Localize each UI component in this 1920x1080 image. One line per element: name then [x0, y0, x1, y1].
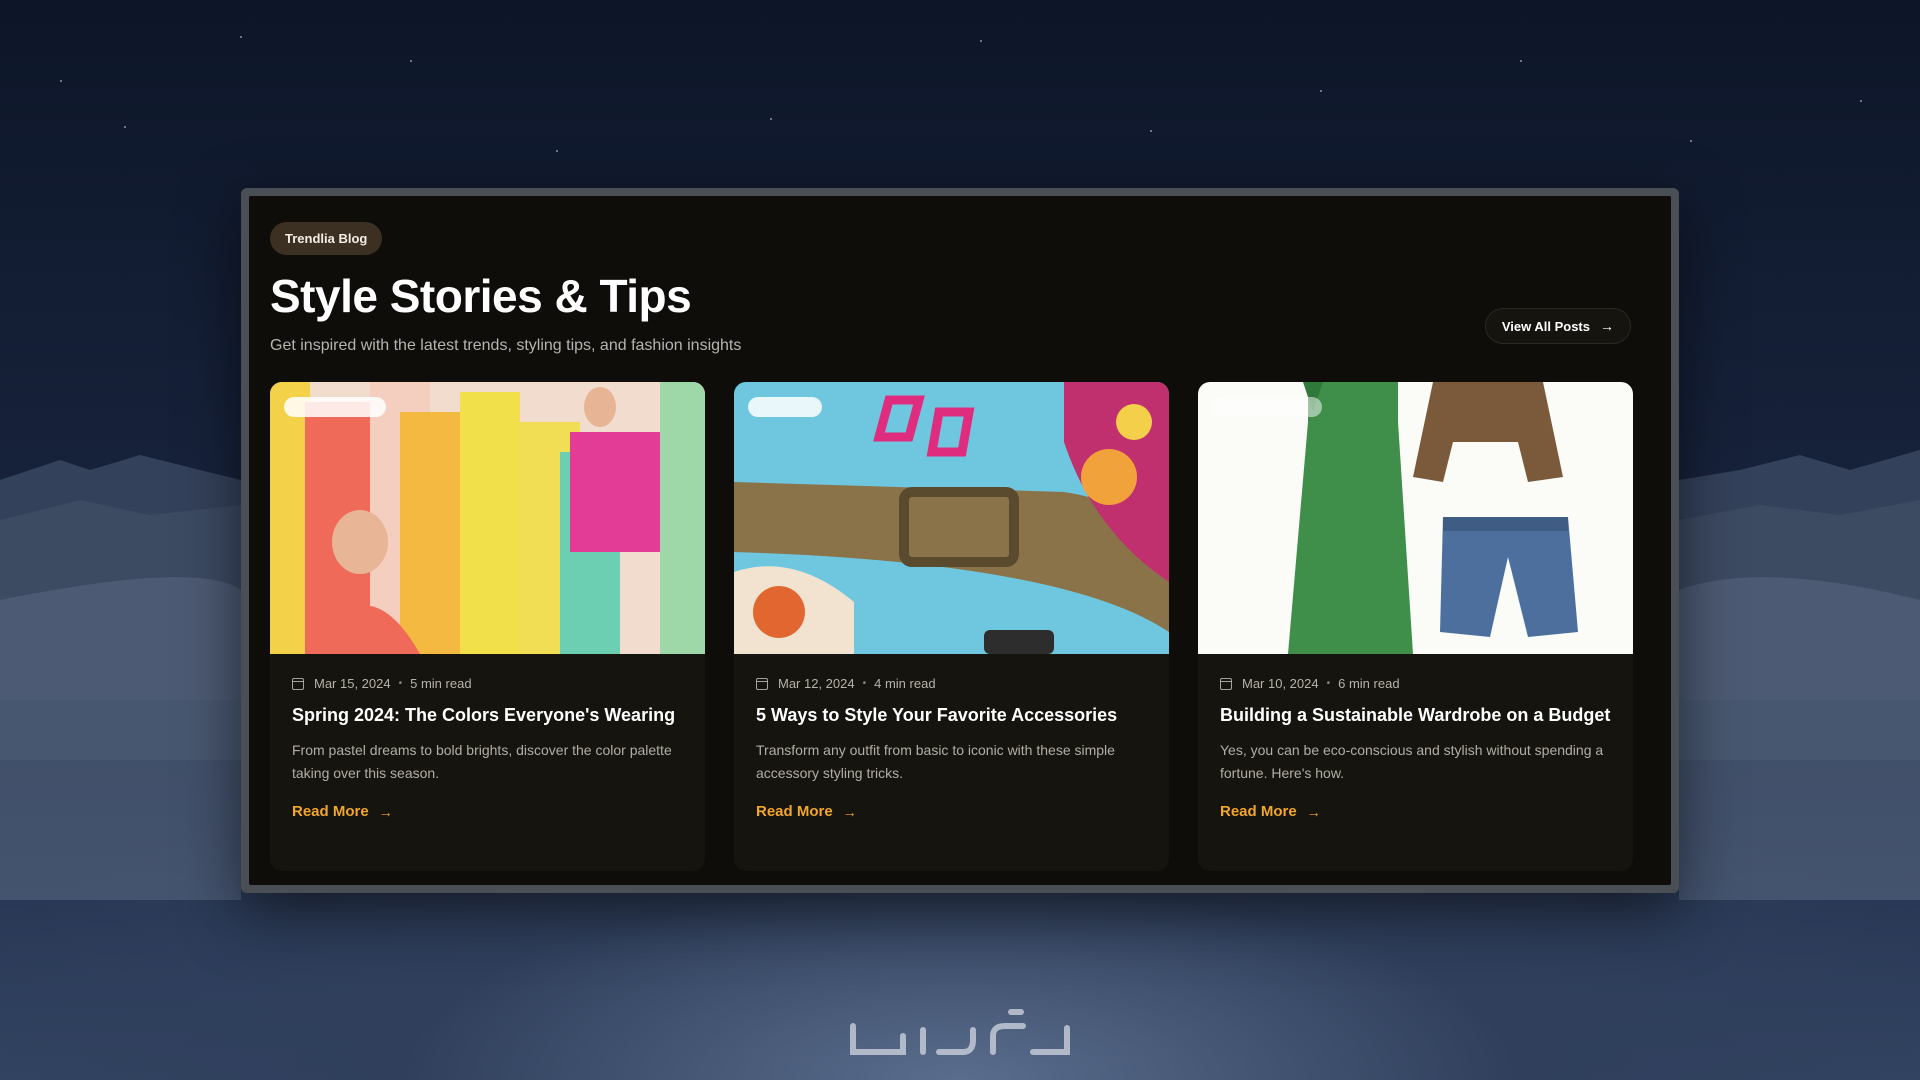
calendar-icon [756, 677, 768, 690]
read-time: 4 min read [874, 676, 936, 691]
post-meta: Mar 15, 2024 • 5 min read [292, 676, 683, 691]
arrow-right-icon: → [1306, 803, 1321, 820]
arrow-right-icon: → [378, 803, 393, 820]
post-image-sustainable-wardrobe[interactable] [1198, 382, 1633, 654]
arrow-right-icon: → [1600, 318, 1614, 334]
post-excerpt: Transform any outfit from basic to iconi… [756, 742, 1115, 781]
post-image-spring-colors[interactable] [270, 382, 705, 654]
separator-dot: • [862, 678, 867, 689]
post-date: Mar 12, 2024 [778, 676, 855, 691]
view-all-posts-button[interactable]: View All Posts → [1484, 308, 1631, 344]
browser-window: Trendlia Blog Style Stories & Tips Get i… [241, 188, 1679, 893]
read-more-link[interactable]: Read More → [1220, 803, 1611, 820]
category-tag [1212, 397, 1322, 417]
read-time: 6 min read [1338, 676, 1400, 691]
post-title[interactable]: Spring 2024: The Colors Everyone's Weari… [292, 704, 683, 727]
separator-dot: • [1326, 678, 1331, 689]
post-title[interactable]: Building a Sustainable Wardrobe on a Bud… [1220, 704, 1611, 727]
read-time: 5 min read [410, 676, 472, 691]
post-excerpt: From pastel dreams to bold brights, disc… [292, 742, 672, 781]
category-tag [284, 397, 386, 417]
post-date: Mar 10, 2024 [1242, 676, 1319, 691]
page-subtitle: Get inspired with the latest trends, sty… [270, 337, 742, 354]
read-more-label: Read More [292, 803, 369, 820]
read-more-label: Read More [1220, 803, 1297, 820]
post-meta: Mar 10, 2024 • 6 min read [1220, 676, 1611, 691]
post-image-accessories[interactable] [734, 382, 1169, 654]
post-card[interactable]: Mar 15, 2024 • 5 min read Spring 2024: T… [270, 382, 705, 871]
read-more-label: Read More [756, 803, 833, 820]
post-date: Mar 15, 2024 [314, 676, 391, 691]
view-all-label: View All Posts [1501, 318, 1590, 334]
arrow-right-icon: → [842, 803, 857, 820]
post-excerpt: Yes, you can be eco-conscious and stylis… [1220, 742, 1604, 781]
read-more-link[interactable]: Read More → [756, 803, 1147, 820]
blog-badge: Trendlia Blog [270, 222, 383, 255]
blog-section: Trendlia Blog Style Stories & Tips Get i… [249, 196, 1671, 885]
post-card[interactable]: Mar 12, 2024 • 4 min read 5 Ways to Styl… [734, 382, 1169, 871]
post-card[interactable]: Mar 10, 2024 • 6 min read Building a Sus… [1198, 382, 1633, 871]
calendar-icon [1220, 677, 1232, 690]
separator-dot: • [398, 678, 403, 689]
post-meta: Mar 12, 2024 • 4 min read [756, 676, 1147, 691]
post-title[interactable]: 5 Ways to Style Your Favorite Accessorie… [756, 704, 1147, 727]
watermark-logo [850, 1009, 1070, 1055]
category-tag [748, 397, 822, 417]
post-grid: Mar 15, 2024 • 5 min read Spring 2024: T… [270, 382, 1633, 871]
page-title: Style Stories & Tips [270, 270, 692, 322]
calendar-icon [292, 677, 304, 690]
read-more-link[interactable]: Read More → [292, 803, 683, 820]
